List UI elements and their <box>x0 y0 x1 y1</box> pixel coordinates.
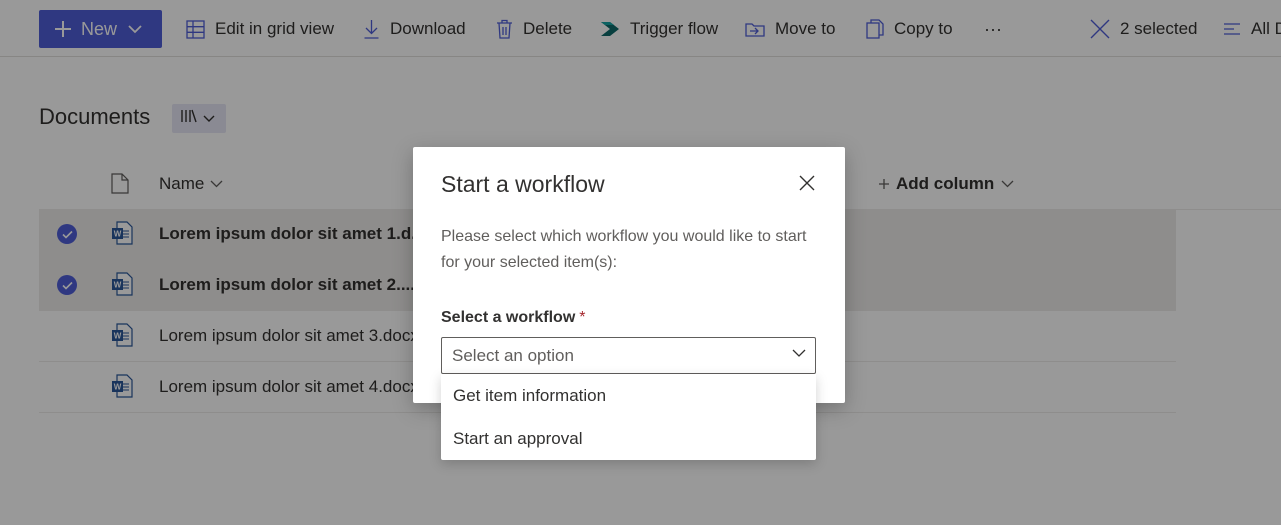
workflow-field-label-text: Select a workflow <box>441 309 576 326</box>
dialog-title: Start a workflow <box>441 171 605 197</box>
dialog-description: Please select which workflow you would l… <box>441 228 807 271</box>
workflow-option-start-an-approval[interactable]: Start an approval <box>441 417 816 460</box>
workflow-dropdown-placeholder: Select an option <box>452 345 574 365</box>
chevron-down-icon <box>792 349 806 358</box>
close-icon <box>799 175 815 196</box>
workflow-field-label: Select a workflow * <box>441 309 586 327</box>
required-marker: * <box>579 309 586 326</box>
workflow-options-menu: Get item information Start an approval <box>441 374 816 460</box>
workflow-option-get-item-information[interactable]: Get item information <box>441 374 816 417</box>
workflow-dropdown[interactable]: Select an option <box>441 337 816 374</box>
dialog-close-button[interactable] <box>797 175 817 195</box>
